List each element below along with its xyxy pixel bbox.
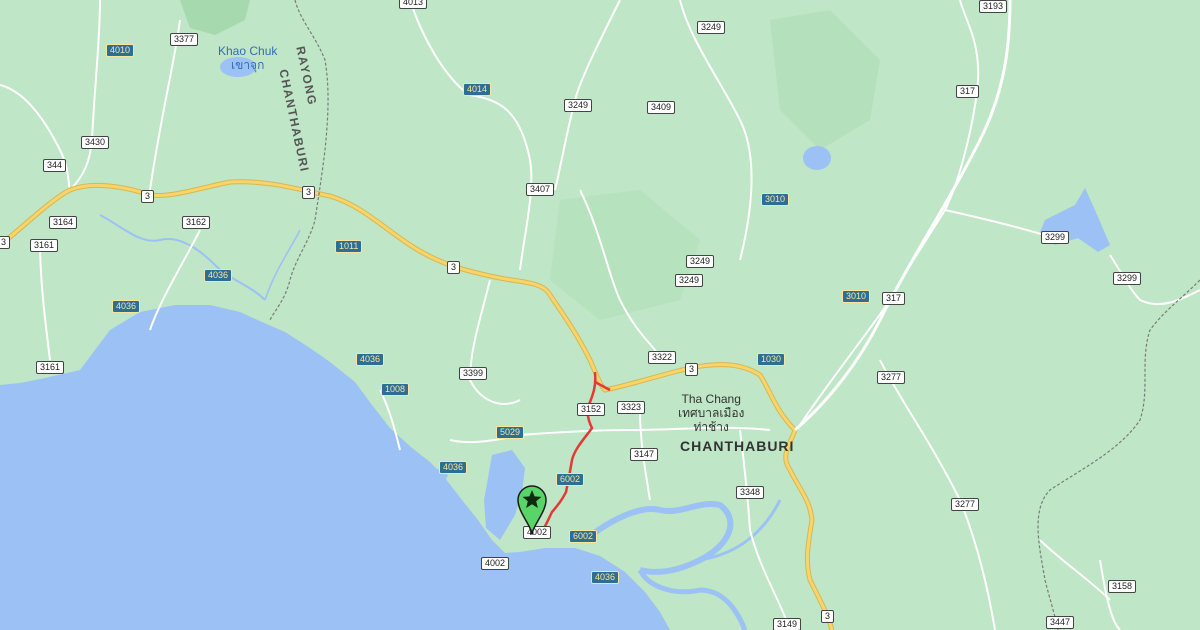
road-shield: 1008 xyxy=(381,383,410,396)
road-shield: 3299 xyxy=(1041,231,1070,244)
road-shield: 3010 xyxy=(761,193,790,206)
tha-chang-thai-name-2: ท่าช้าง xyxy=(693,420,729,434)
road-shield: 4036 xyxy=(591,571,620,584)
khao-chuk-name: Khao Chuk xyxy=(218,44,278,58)
tha-chang-thai-name: เทศบาลเมือง xyxy=(678,406,745,420)
road-shield: 4013 xyxy=(399,0,428,9)
road-shield: 3161 xyxy=(30,239,59,252)
road-shield: 6002 xyxy=(569,530,598,543)
road-shield: 3277 xyxy=(877,371,906,384)
map-canvas[interactable] xyxy=(0,0,1200,630)
road-shield: 317 xyxy=(882,292,906,305)
road-shield: 3010 xyxy=(842,290,871,303)
road-shield: 3162 xyxy=(182,216,211,229)
road-shield: 3149 xyxy=(773,618,802,630)
road-shield: 3348 xyxy=(736,486,765,499)
road-shield: 3409 xyxy=(647,101,676,114)
road-shield: 3158 xyxy=(1108,580,1137,593)
road-shield: 3 xyxy=(302,186,316,199)
chanthaburi-city-label: CHANTHABURI xyxy=(680,438,795,454)
road-shield: 3249 xyxy=(697,21,726,34)
road-shield: 4036 xyxy=(112,300,141,313)
road-shield: 6002 xyxy=(556,473,585,486)
road-shield: 4010 xyxy=(106,44,135,57)
road-shield: 3 xyxy=(685,363,699,376)
road-shield: 3152 xyxy=(577,403,606,416)
road-shield: 3399 xyxy=(459,367,488,380)
road-shield: 4036 xyxy=(356,353,385,366)
road-shield: 1011 xyxy=(335,240,363,253)
tha-chang-label: Tha Chang เทศบาลเมือง ท่าช้าง xyxy=(678,392,744,434)
road-shield: 3277 xyxy=(951,498,980,511)
road-shield: 3249 xyxy=(686,255,715,268)
lake xyxy=(803,146,831,170)
road-shield: 4036 xyxy=(204,269,233,282)
road-shield: 1030 xyxy=(757,353,786,366)
khao-chuk-thai-name: เขาจุก xyxy=(231,58,265,72)
road-shield: 344 xyxy=(43,159,67,172)
road-shield: 4036 xyxy=(439,461,468,474)
road-shield: 3147 xyxy=(630,448,659,461)
road-shield: 3377 xyxy=(170,33,199,46)
road-shield: 3447 xyxy=(1046,616,1075,629)
road-shield: 317 xyxy=(956,85,980,98)
road-shield: 3249 xyxy=(564,99,593,112)
road-shield: 3322 xyxy=(648,351,677,364)
location-marker[interactable] xyxy=(515,483,549,536)
road-shield: 3 xyxy=(447,261,461,274)
road-shield: 3 xyxy=(141,190,155,203)
khao-chuk-label: Khao Chuk เขาจุก xyxy=(218,44,277,72)
road-shield: 5029 xyxy=(496,426,525,439)
road-shield: 3193 xyxy=(979,0,1008,13)
star-pin-icon xyxy=(517,485,547,536)
road-shield: 3161 xyxy=(36,361,65,374)
tha-chang-name: Tha Chang xyxy=(681,392,741,406)
road-shield: 3249 xyxy=(675,274,704,287)
road-shield: 3430 xyxy=(81,136,110,149)
road-shield: 3 xyxy=(0,236,11,249)
road-shield: 4014 xyxy=(463,83,492,96)
road-shield: 4002 xyxy=(481,557,510,570)
road-shield: 3299 xyxy=(1113,272,1142,285)
road-shield: 3164 xyxy=(49,216,78,229)
road-shield: 3323 xyxy=(617,401,646,414)
road-shield: 3 xyxy=(821,610,835,623)
road-shield: 3407 xyxy=(526,183,555,196)
map-view[interactable]: Khao Chuk เขาจุก CHANTHABURI RAYONG Tha … xyxy=(0,0,1200,630)
